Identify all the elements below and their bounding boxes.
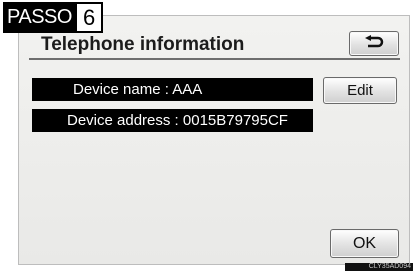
page-title: Telephone information xyxy=(41,34,245,55)
figure-code: CLY35AD094 xyxy=(345,263,413,271)
step-label: PASSO xyxy=(3,2,75,33)
device-address-field: Device address : 0015B79795CF xyxy=(32,109,313,132)
back-arrow-icon xyxy=(362,34,386,53)
edit-button[interactable]: Edit xyxy=(323,77,397,104)
step-indicator: PASSO 6 xyxy=(3,2,104,33)
step-number: 6 xyxy=(74,2,104,33)
back-button[interactable] xyxy=(349,31,399,56)
device-name-field: Device name : AAA xyxy=(32,78,313,101)
telephone-info-screen: Telephone information Device name : AAA … xyxy=(18,15,410,265)
ok-button[interactable]: OK xyxy=(330,229,399,258)
